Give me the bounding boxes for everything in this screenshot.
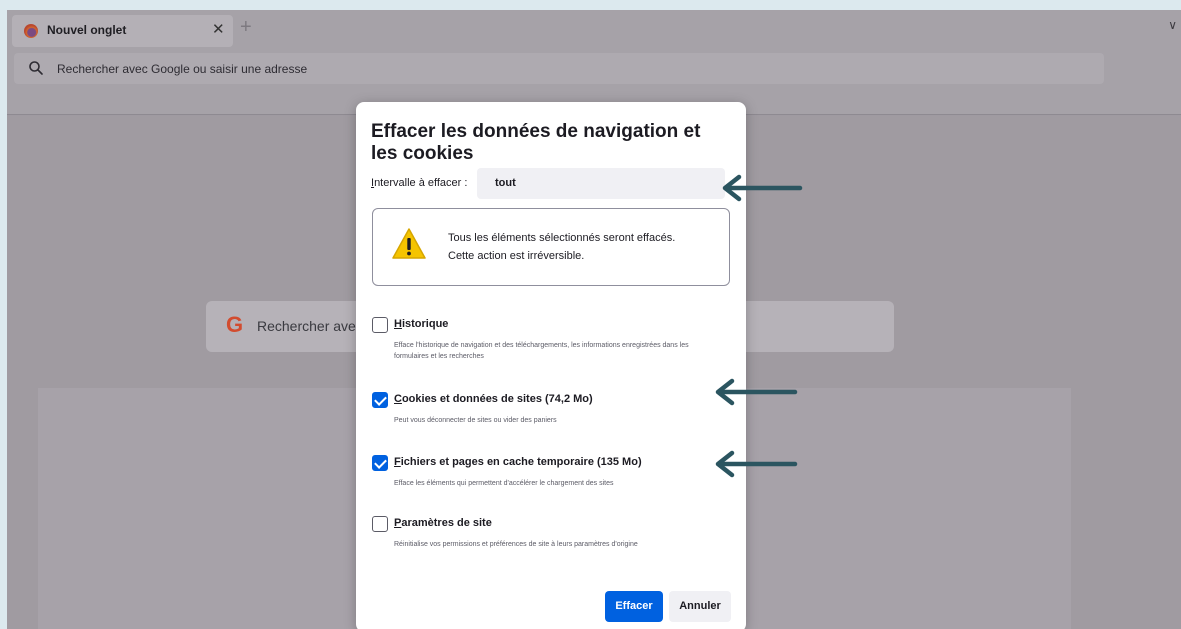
annotation-arrow-range [722, 174, 803, 202]
google-search-placeholder: Rechercher avec [257, 318, 363, 334]
range-value: tout [495, 177, 516, 189]
warning-line-1: Tous les éléments sélectionnés seront ef… [448, 232, 676, 244]
warning-line-2: Cette action est irréversible. [448, 250, 585, 262]
range-select[interactable]: tout [477, 168, 725, 199]
annotation-arrow-cache [715, 450, 798, 478]
annotation-arrow-cookies [715, 378, 798, 406]
cache-label-text: ichiers et pages en cache temporaire (13… [400, 456, 642, 468]
cancel-button[interactable]: Annuler [669, 591, 731, 622]
url-bar[interactable]: Rechercher avec Google ou saisir une adr… [14, 53, 1104, 84]
tab-title: Nouvel onglet [47, 23, 127, 37]
cache-checkbox[interactable] [372, 455, 388, 471]
site-settings-label-text: aramètres de site [401, 517, 492, 529]
cache-label: Fichiers et pages en cache temporaire (1… [394, 456, 642, 468]
close-icon[interactable]: ✕ [212, 20, 225, 38]
warning-box: Tous les éléments sélectionnés seront ef… [372, 208, 730, 286]
history-accesskey: H [394, 318, 402, 330]
history-label-text: istorique [401, 318, 449, 330]
cache-accesskey: F [394, 456, 401, 468]
cache-description: Efface les éléments qui permettent d'acc… [394, 480, 614, 487]
warning-icon [392, 228, 426, 259]
site-settings-checkbox[interactable] [372, 516, 388, 532]
navigation-bar: Rechercher avec Google ou saisir une adr… [7, 50, 1181, 88]
range-label: Intervalle à effacer : [371, 177, 467, 189]
chevron-down-icon[interactable]: ∨ [1168, 18, 1177, 32]
search-icon [29, 61, 43, 75]
google-icon: G [226, 312, 244, 337]
dialog-title: Effacer les données de navigation et les… [371, 121, 701, 164]
range-label-text: ntervalle à effacer : [374, 177, 468, 189]
cookies-label-text: ookies et données de sites (74,2 Mo) [401, 393, 593, 405]
clear-data-dialog: Effacer les données de navigation et les… [356, 102, 746, 629]
tab-strip: Nouvel onglet ✕ + ∨ [7, 10, 1181, 50]
cookies-description: Peut vous déconnecter de sites ou vider … [394, 417, 557, 424]
history-checkbox[interactable] [372, 317, 388, 333]
tab-new-tab[interactable]: Nouvel onglet ✕ [12, 15, 233, 47]
url-placeholder: Rechercher avec Google ou saisir une adr… [57, 62, 308, 76]
cookies-accesskey: C [394, 393, 402, 405]
clear-button[interactable]: Effacer [605, 591, 663, 622]
warning-text: Tous les éléments sélectionnés seront ef… [448, 229, 675, 265]
history-label: Historique [394, 318, 448, 330]
new-tab-button[interactable]: + [240, 17, 252, 37]
history-description: Efface l'historique de navigation et des… [394, 342, 689, 360]
site-settings-label: Paramètres de site [394, 517, 492, 529]
firefox-icon [24, 24, 38, 38]
cookies-label: Cookies et données de sites (74,2 Mo) [394, 393, 593, 405]
cookies-checkbox[interactable] [372, 392, 388, 408]
site-settings-description: Réinitialise vos permissions et préféren… [394, 541, 638, 548]
